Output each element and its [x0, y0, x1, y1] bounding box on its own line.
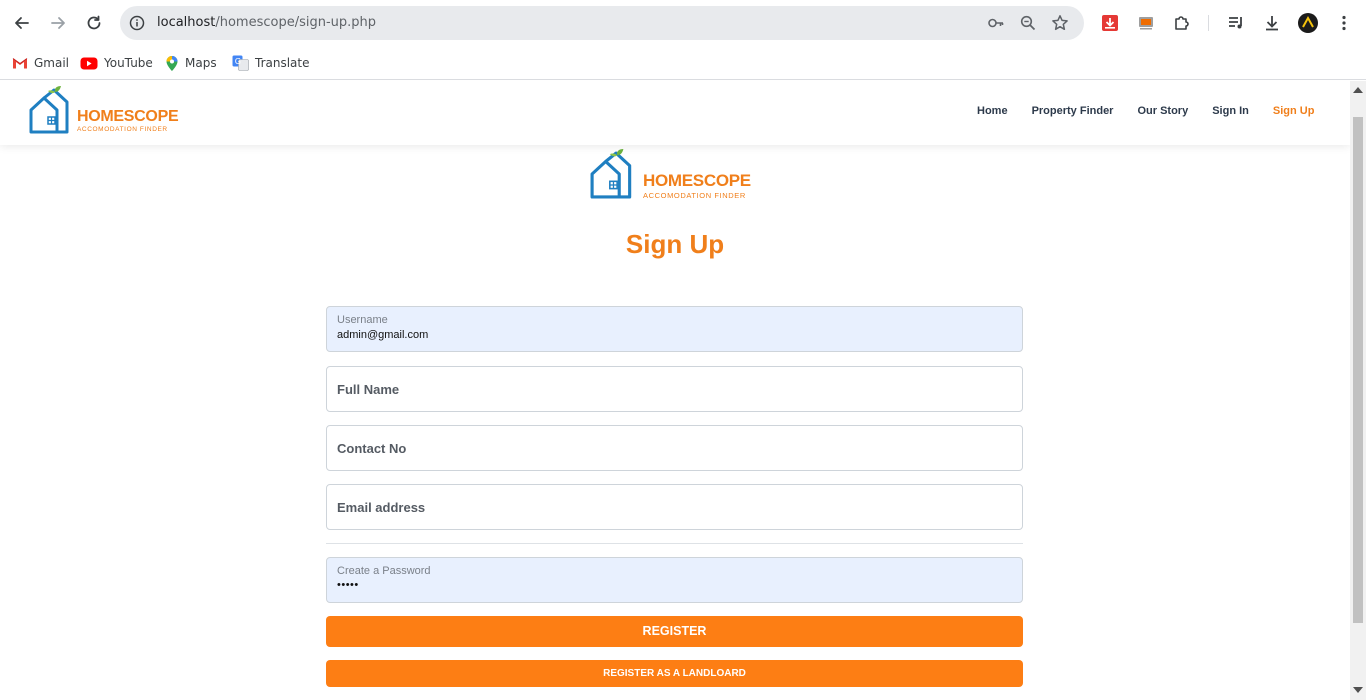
logo-title: HOMESCOPE	[77, 108, 179, 125]
url-text: localhost/homescope/sign-up.php	[157, 15, 376, 30]
downloads-icon[interactable]	[1260, 11, 1284, 35]
bookmark-translate[interactable]: G Translate	[232, 52, 310, 74]
nav-property-finder[interactable]: Property Finder	[1032, 105, 1114, 117]
page-viewport: HOMESCOPE ACCOMODATION FINDER Home Prope…	[0, 81, 1350, 700]
username-field[interactable]: Username admin@gmail.com	[326, 306, 1023, 352]
register-button[interactable]: REGISTER	[326, 616, 1023, 647]
reload-icon[interactable]	[82, 11, 106, 35]
password-value: •••••	[337, 579, 359, 591]
form-divider	[326, 543, 1023, 544]
bookmark-label: Maps	[185, 56, 217, 70]
nav-sign-up[interactable]: Sign Up	[1273, 105, 1315, 117]
profile-avatar[interactable]	[1296, 11, 1320, 35]
site-info-icon[interactable]	[127, 13, 147, 33]
full-name-field[interactable]: Full Name	[326, 366, 1023, 412]
translate-icon: G	[232, 55, 249, 71]
scroll-up-arrow-icon[interactable]	[1353, 87, 1363, 93]
key-icon[interactable]	[986, 13, 1006, 33]
svg-text:G: G	[235, 57, 241, 66]
youtube-icon	[80, 57, 98, 69]
register-landlord-button[interactable]: REGISTER AS A LANDLOARD	[326, 660, 1023, 687]
url-path: /homescope/sign-up.php	[215, 15, 377, 30]
header-logo[interactable]: HOMESCOPE ACCOMODATION FINDER	[29, 86, 179, 134]
bookmark-label: Translate	[255, 56, 310, 70]
form-logo: HOMESCOPE ACCOMODATION FINDER	[590, 147, 751, 201]
address-bar[interactable]: localhost/homescope/sign-up.php	[120, 6, 1084, 40]
site-header: HOMESCOPE ACCOMODATION FINDER Home Prope…	[0, 81, 1350, 145]
form-logo-subtitle: ACCOMODATION FINDER	[643, 191, 746, 200]
download-extension-icon[interactable]	[1098, 11, 1122, 35]
nav-home[interactable]: Home	[977, 105, 1008, 117]
bookmark-youtube[interactable]: YouTube	[80, 52, 153, 74]
scroll-thumb[interactable]	[1353, 117, 1363, 623]
menu-dots-icon[interactable]	[1332, 11, 1356, 35]
password-label: Create a Password	[337, 565, 431, 577]
bookmark-label: Gmail	[34, 56, 70, 70]
cast-extension-icon[interactable]	[1134, 11, 1158, 35]
email-placeholder: Email address	[337, 500, 426, 515]
back-arrow-icon[interactable]	[10, 11, 34, 35]
scroll-down-arrow-icon[interactable]	[1353, 687, 1363, 693]
zoom-icon[interactable]	[1018, 13, 1038, 33]
page-scrollbar[interactable]	[1350, 81, 1366, 700]
email-field[interactable]: Email address	[326, 484, 1023, 530]
username-value: admin@gmail.com	[337, 329, 429, 341]
house-logo-icon	[29, 86, 69, 134]
forward-arrow-icon[interactable]	[46, 11, 70, 35]
contact-no-field[interactable]: Contact No	[326, 425, 1023, 471]
form-logo-title: HOMESCOPE	[643, 171, 751, 190]
page-title: Sign Up	[625, 229, 725, 259]
house-logo-icon	[590, 148, 632, 199]
logo-subtitle: ACCOMODATION FINDER	[77, 126, 168, 133]
browser-toolbar: localhost/homescope/sign-up.php	[0, 0, 1366, 46]
main-nav: Home Property Finder Our Story Sign In S…	[977, 105, 1338, 117]
media-queue-icon[interactable]	[1224, 11, 1248, 35]
bookmark-gmail[interactable]: Gmail	[12, 52, 69, 74]
password-field[interactable]: Create a Password •••••	[326, 557, 1023, 603]
gmail-icon	[12, 58, 28, 69]
bookmarks-bar: Gmail YouTube Maps G Translate	[0, 46, 1366, 80]
star-icon[interactable]	[1050, 13, 1070, 33]
extensions-puzzle-icon[interactable]	[1170, 11, 1194, 35]
url-host: localhost	[157, 15, 216, 30]
bookmark-label: YouTube	[104, 56, 153, 70]
username-label: Username	[337, 314, 388, 326]
nav-sign-in[interactable]: Sign In	[1212, 105, 1249, 117]
bookmark-maps[interactable]: Maps	[165, 52, 217, 74]
maps-pin-icon	[166, 55, 178, 71]
nav-our-story[interactable]: Our Story	[1137, 105, 1188, 117]
full-name-placeholder: Full Name	[337, 382, 400, 397]
toolbar-divider	[1208, 15, 1209, 31]
contact-no-placeholder: Contact No	[337, 441, 407, 456]
